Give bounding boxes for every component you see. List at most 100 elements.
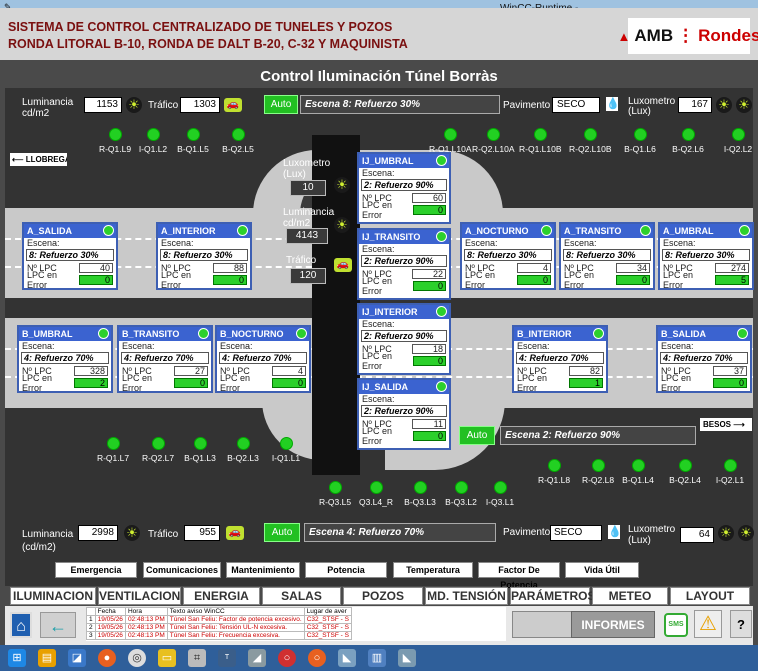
error-value: 1 [569, 377, 603, 388]
alarm-header-cell: Lugar de aver [303, 607, 352, 616]
bot-auto-button[interactable]: Auto [264, 523, 300, 542]
network-icon[interactable]: ⌗ [188, 649, 206, 667]
tab-iluminacion[interactable]: ILUMINACION [10, 587, 96, 605]
alarm-row[interactable]: 3 19/05/26 02:48:13 PM Túnel San Feliu: Fre… [86, 631, 352, 640]
alarm-cell: 19/05/26 [94, 631, 126, 640]
controller-led[interactable] [187, 128, 200, 141]
error-label: LPC en Error [362, 350, 393, 371]
lighting-panel[interactable]: A_UMBRAL Escena: 8: Refuerzo 30% Nº LPC 274 L… [658, 222, 754, 290]
controller-led[interactable] [280, 437, 293, 450]
lighting-panel[interactable]: IJ_INTERIOR Escena: 2: Refuerzo 90% Nº LPC 1… [357, 303, 451, 375]
home-icon[interactable]: ⌂ [10, 612, 32, 638]
lighting-panel[interactable]: B_SALIDA Escena: 4: Refuerzo 70% Nº LPC 37 LP… [656, 325, 752, 393]
controller-led[interactable] [632, 459, 645, 472]
controller-led[interactable] [592, 459, 605, 472]
explorer-icon[interactable]: ▤ [38, 649, 56, 667]
controller-led[interactable] [682, 128, 695, 141]
controller-led[interactable] [494, 481, 507, 494]
lighting-panel[interactable]: IJ_SALIDA Escena: 2: Refuerzo 90% Nº LPC 11 L… [357, 378, 451, 450]
status-bar-button[interactable]: Comunicaciones [143, 562, 221, 578]
tab-energia[interactable]: ENERGIA [183, 587, 260, 605]
controller-led[interactable] [534, 128, 547, 141]
bot-lux-value: 64 [680, 527, 714, 543]
lighting-panel[interactable]: IJ_UMBRAL Escena: 2: Refuerzo 90% Nº LPC 60 L… [357, 152, 451, 224]
error-row: LPC en Error 0 [359, 426, 449, 446]
windows-start-icon[interactable]: ⊞ [8, 649, 26, 667]
controller-led[interactable] [679, 459, 692, 472]
controller-led[interactable] [455, 481, 468, 494]
warning-icon[interactable]: ⚠ [694, 610, 722, 638]
lighting-panel[interactable]: B_INTERIOR Escena: 4: Refuerzo 70% Nº LPC 82… [512, 325, 608, 393]
controller-led[interactable] [237, 437, 250, 450]
globe-icon[interactable]: ◎ [128, 649, 146, 667]
lighting-panel[interactable]: A_SALIDA Escena: 8: Refuerzo 30% Nº LPC 40 LP… [22, 222, 118, 290]
controller-led[interactable] [444, 128, 457, 141]
tab-par-metros[interactable]: PARÁMETROS [510, 587, 595, 605]
lighting-panel[interactable]: A_INTERIOR Escena: 8: Refuerzo 30% Nº LPC 88… [156, 222, 252, 290]
folder-icon[interactable]: ▭ [158, 649, 176, 667]
tab-pozos[interactable]: POZOS [343, 587, 423, 605]
controller-led[interactable] [724, 459, 737, 472]
wincc-icon[interactable]: ◢ [248, 649, 266, 667]
controller-led[interactable] [107, 437, 120, 450]
lighting-panel[interactable]: B_TRANSITO Escena: 4: Refuerzo 70% Nº LPC 27… [117, 325, 213, 393]
tab-meteo[interactable]: METEO [592, 587, 668, 605]
help-button[interactable]: ? [730, 610, 752, 638]
controller-led[interactable] [414, 481, 427, 494]
lighting-panel[interactable]: IJ_TRANSITO Escena: 2: Refuerzo 90% Nº LPC 2… [357, 228, 451, 300]
tab-salas[interactable]: SALAS [262, 587, 341, 605]
lighting-panel[interactable]: A_NOCTURNO Escena: 8: Refuerzo 30% Nº LPC 4 L… [460, 222, 556, 290]
tab-md-tensi-n[interactable]: MD. TENSIÓN [425, 587, 508, 605]
controller-led[interactable] [147, 128, 160, 141]
controller-led[interactable] [370, 481, 383, 494]
controller-led[interactable] [634, 128, 647, 141]
firefox-icon[interactable]: ● [98, 649, 116, 667]
tab-layout[interactable]: LAYOUT [670, 587, 750, 605]
alarm-list[interactable]: Fecha Hora Texto aviso WinCC Lugar de aver 1… [86, 607, 506, 641]
controller-led[interactable] [194, 437, 207, 450]
error-row: LPC en Error 0 [217, 373, 309, 393]
status-bar-button[interactable]: Potencia [305, 562, 387, 578]
tab-ventilacion[interactable]: VENTILACION [98, 587, 181, 605]
status-bar-button[interactable]: Mantenimiento [226, 562, 300, 578]
status-bar-button[interactable]: Emergencia [55, 562, 137, 578]
lighting-panel[interactable]: B_UMBRAL Escena: 4: Refuerzo 70% Nº LPC 328 L… [17, 325, 113, 393]
lighting-panel[interactable]: B_NOCTURNO Escena: 4: Refuerzo 70% Nº LPC 4 L… [215, 325, 311, 393]
mid-auto-button[interactable]: Auto [459, 426, 495, 445]
controller-led[interactable] [152, 437, 165, 450]
controller-led[interactable] [109, 128, 122, 141]
grid-icon[interactable]: ▥ [368, 649, 386, 667]
panel-title: B_TRANSITO [119, 327, 211, 341]
informes-button[interactable]: INFORMES [571, 611, 655, 638]
alarm-row[interactable]: 1 19/05/26 02:48:13 PM Túnel San Feliu: Fac… [86, 615, 352, 624]
panel-scene: 4: Refuerzo 70% [121, 352, 209, 364]
status-led-icon [436, 231, 447, 242]
browser-icon[interactable]: ○ [308, 649, 326, 667]
back-arrow-icon[interactable]: ← [40, 612, 76, 638]
panel-title: B_UMBRAL [19, 327, 111, 341]
status-bar-button[interactable]: Factor De Potencia [478, 562, 560, 590]
tcsb-icon[interactable]: T [218, 649, 236, 667]
controller-label: R-Q2.L10B [569, 144, 612, 154]
top-auto-button[interactable]: Auto [264, 95, 298, 114]
alarm-row[interactable]: 2 19/05/26 02:48:13 PM Túnel San Feliu: Ten… [86, 623, 352, 632]
scene-label: Escena: [663, 238, 696, 248]
controller-led[interactable] [232, 128, 245, 141]
controller-label: Q3.L4_R [358, 497, 394, 507]
controller-led[interactable] [732, 128, 745, 141]
tool-icon[interactable]: ◣ [338, 649, 356, 667]
dir-right-text: BESOS [703, 420, 732, 429]
tool-icon[interactable]: ◣ [398, 649, 416, 667]
bot-scene-display: Escena 4: Refuerzo 70% [304, 523, 496, 542]
status-bar-button[interactable]: Temperatura [393, 562, 473, 578]
controller-led[interactable] [329, 481, 342, 494]
panel-title: IJ_INTERIOR [359, 305, 449, 319]
lighting-panel[interactable]: A_TRANSITO Escena: 8: Refuerzo 30% Nº LPC 34… [559, 222, 655, 290]
controller-led[interactable] [584, 128, 597, 141]
controller-led[interactable] [487, 128, 500, 141]
status-bar-button[interactable]: Vida Útil [565, 562, 639, 578]
sms-icon[interactable]: SMS [664, 613, 688, 637]
controller-led[interactable] [548, 459, 561, 472]
app-icon[interactable]: ◪ [68, 649, 86, 667]
opera-icon[interactable]: ○ [278, 649, 296, 667]
